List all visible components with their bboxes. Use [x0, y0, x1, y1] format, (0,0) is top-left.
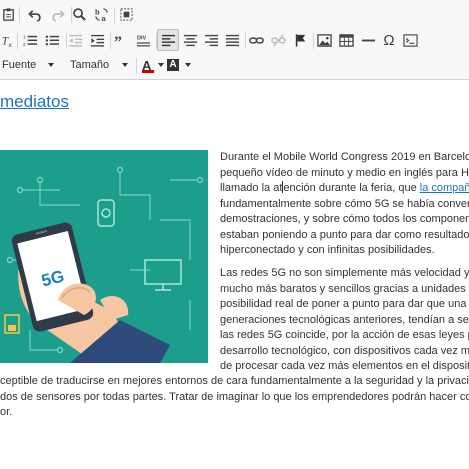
- image-icon[interactable]: [313, 29, 335, 51]
- justify-icon[interactable]: [221, 29, 243, 51]
- text-fragment: llamado la at: [220, 182, 283, 194]
- text-line: generaciones tecnológicas anteriores, te…: [220, 313, 469, 326]
- toolbar-row-2: Tx 12 ” DIV Ω: [0, 27, 469, 53]
- toolbar-row-3: Fuente Tamaño A A: [0, 52, 469, 78]
- text-line: or.: [0, 406, 13, 418]
- editor-toolbar: ba Tx 12 ” DIV Ω Fuente Tamaño A A: [0, 0, 469, 80]
- size-combo-value: Tamaño: [70, 59, 110, 71]
- align-center-icon[interactable]: [179, 29, 201, 51]
- paragraph-2-continued: ceptible de traducirse en mejores entorn…: [0, 374, 469, 421]
- text-line: demostraciones, y sobre cómo todos los c…: [220, 213, 469, 225]
- bg-color-icon: A: [167, 59, 179, 71]
- align-right-icon[interactable]: [200, 29, 222, 51]
- svg-text:2: 2: [23, 42, 26, 47]
- text-line: fundamentalmente sobre cómo 5G se había …: [220, 197, 469, 210]
- bulleted-list-icon[interactable]: [41, 29, 63, 51]
- size-combo[interactable]: Tamaño: [66, 55, 130, 75]
- text-line: hiperconectado y con infinitas posibilid…: [220, 244, 435, 256]
- chevron-down-icon: [158, 63, 164, 67]
- find-replace-icon[interactable]: ba: [90, 3, 112, 25]
- inline-link[interactable]: la compañía ha: [420, 182, 469, 194]
- text-fragment: ención durante la feria, que: [283, 182, 420, 194]
- text-line: mucho más baratos y sencillos gracias a …: [220, 282, 469, 295]
- chevron-down-icon: [122, 63, 128, 67]
- text-line-with-link: llamado la atención durante la feria, qu…: [220, 181, 469, 197]
- text-line: dos de sensores por todas partes. Tratar…: [0, 390, 469, 403]
- bg-color-button[interactable]: A: [165, 55, 195, 75]
- link-icon[interactable]: [245, 29, 267, 51]
- paragraph-1: Durante el Mobile World Congress 2019 en…: [220, 150, 469, 259]
- text-line: pequeño vídeo de minuto y medio en inglé…: [220, 166, 469, 179]
- text-line: posibilidad real de poner a punto para d…: [220, 298, 469, 310]
- svg-text:x: x: [8, 42, 12, 48]
- text-line: desarrollo tecnológico, con dispositivos…: [220, 344, 469, 357]
- redo-icon[interactable]: [46, 3, 68, 25]
- align-left-icon[interactable]: [157, 29, 179, 51]
- editor-content[interactable]: mediatos 5G Durante el Mobile World Cong…: [0, 80, 469, 469]
- paste-icon[interactable]: [0, 3, 16, 25]
- find-icon[interactable]: [68, 3, 90, 25]
- anchor-flag-icon[interactable]: [289, 29, 311, 51]
- article-heading-link[interactable]: mediatos: [0, 92, 69, 112]
- text-line: Las redes 5G no son simplemente más velo…: [220, 267, 469, 279]
- svg-text:”: ”: [114, 34, 122, 48]
- blockquote-icon[interactable]: ”: [110, 29, 132, 51]
- unlink-icon[interactable]: [267, 29, 289, 51]
- text-color-swatch: [142, 70, 154, 73]
- svg-text:DIV: DIV: [136, 35, 146, 41]
- table-icon[interactable]: [335, 29, 357, 51]
- chevron-down-icon: [185, 63, 191, 67]
- iframe-icon[interactable]: [399, 29, 421, 51]
- special-char-icon[interactable]: Ω: [378, 29, 400, 51]
- indent-icon[interactable]: [86, 29, 108, 51]
- remove-format-icon[interactable]: Tx: [0, 29, 18, 51]
- svg-text:1: 1: [23, 34, 26, 39]
- undo-icon[interactable]: [24, 3, 46, 25]
- article-image: 5G: [0, 150, 208, 363]
- text-line: Durante el Mobile World Congress 2019 en…: [220, 151, 469, 163]
- chevron-down-icon: [48, 63, 54, 67]
- outdent-icon[interactable]: [64, 29, 86, 51]
- text-line: estaban poniendo a punto para dar como r…: [220, 228, 469, 241]
- illustration-5g-svg: 5G: [0, 150, 208, 363]
- font-combo[interactable]: Fuente: [0, 55, 56, 75]
- paragraph-2: Las redes 5G no son simplemente más velo…: [220, 266, 469, 375]
- toolbar-row-1: ba: [0, 1, 469, 27]
- text-line: de procesar cada vez más elementos en el…: [220, 360, 469, 372]
- text-line: las redes 5G coincide, por la acción de …: [220, 329, 469, 341]
- create-div-icon[interactable]: DIV: [132, 29, 154, 51]
- svg-text:a: a: [101, 14, 106, 22]
- font-combo-value: Fuente: [2, 59, 37, 71]
- horizontal-line-icon[interactable]: [357, 29, 379, 51]
- numbered-list-icon[interactable]: 12: [19, 29, 41, 51]
- svg-text:b: b: [94, 7, 99, 16]
- select-all-icon[interactable]: [115, 3, 137, 25]
- text-line: ceptible de traducirse en mejores entorn…: [0, 375, 469, 387]
